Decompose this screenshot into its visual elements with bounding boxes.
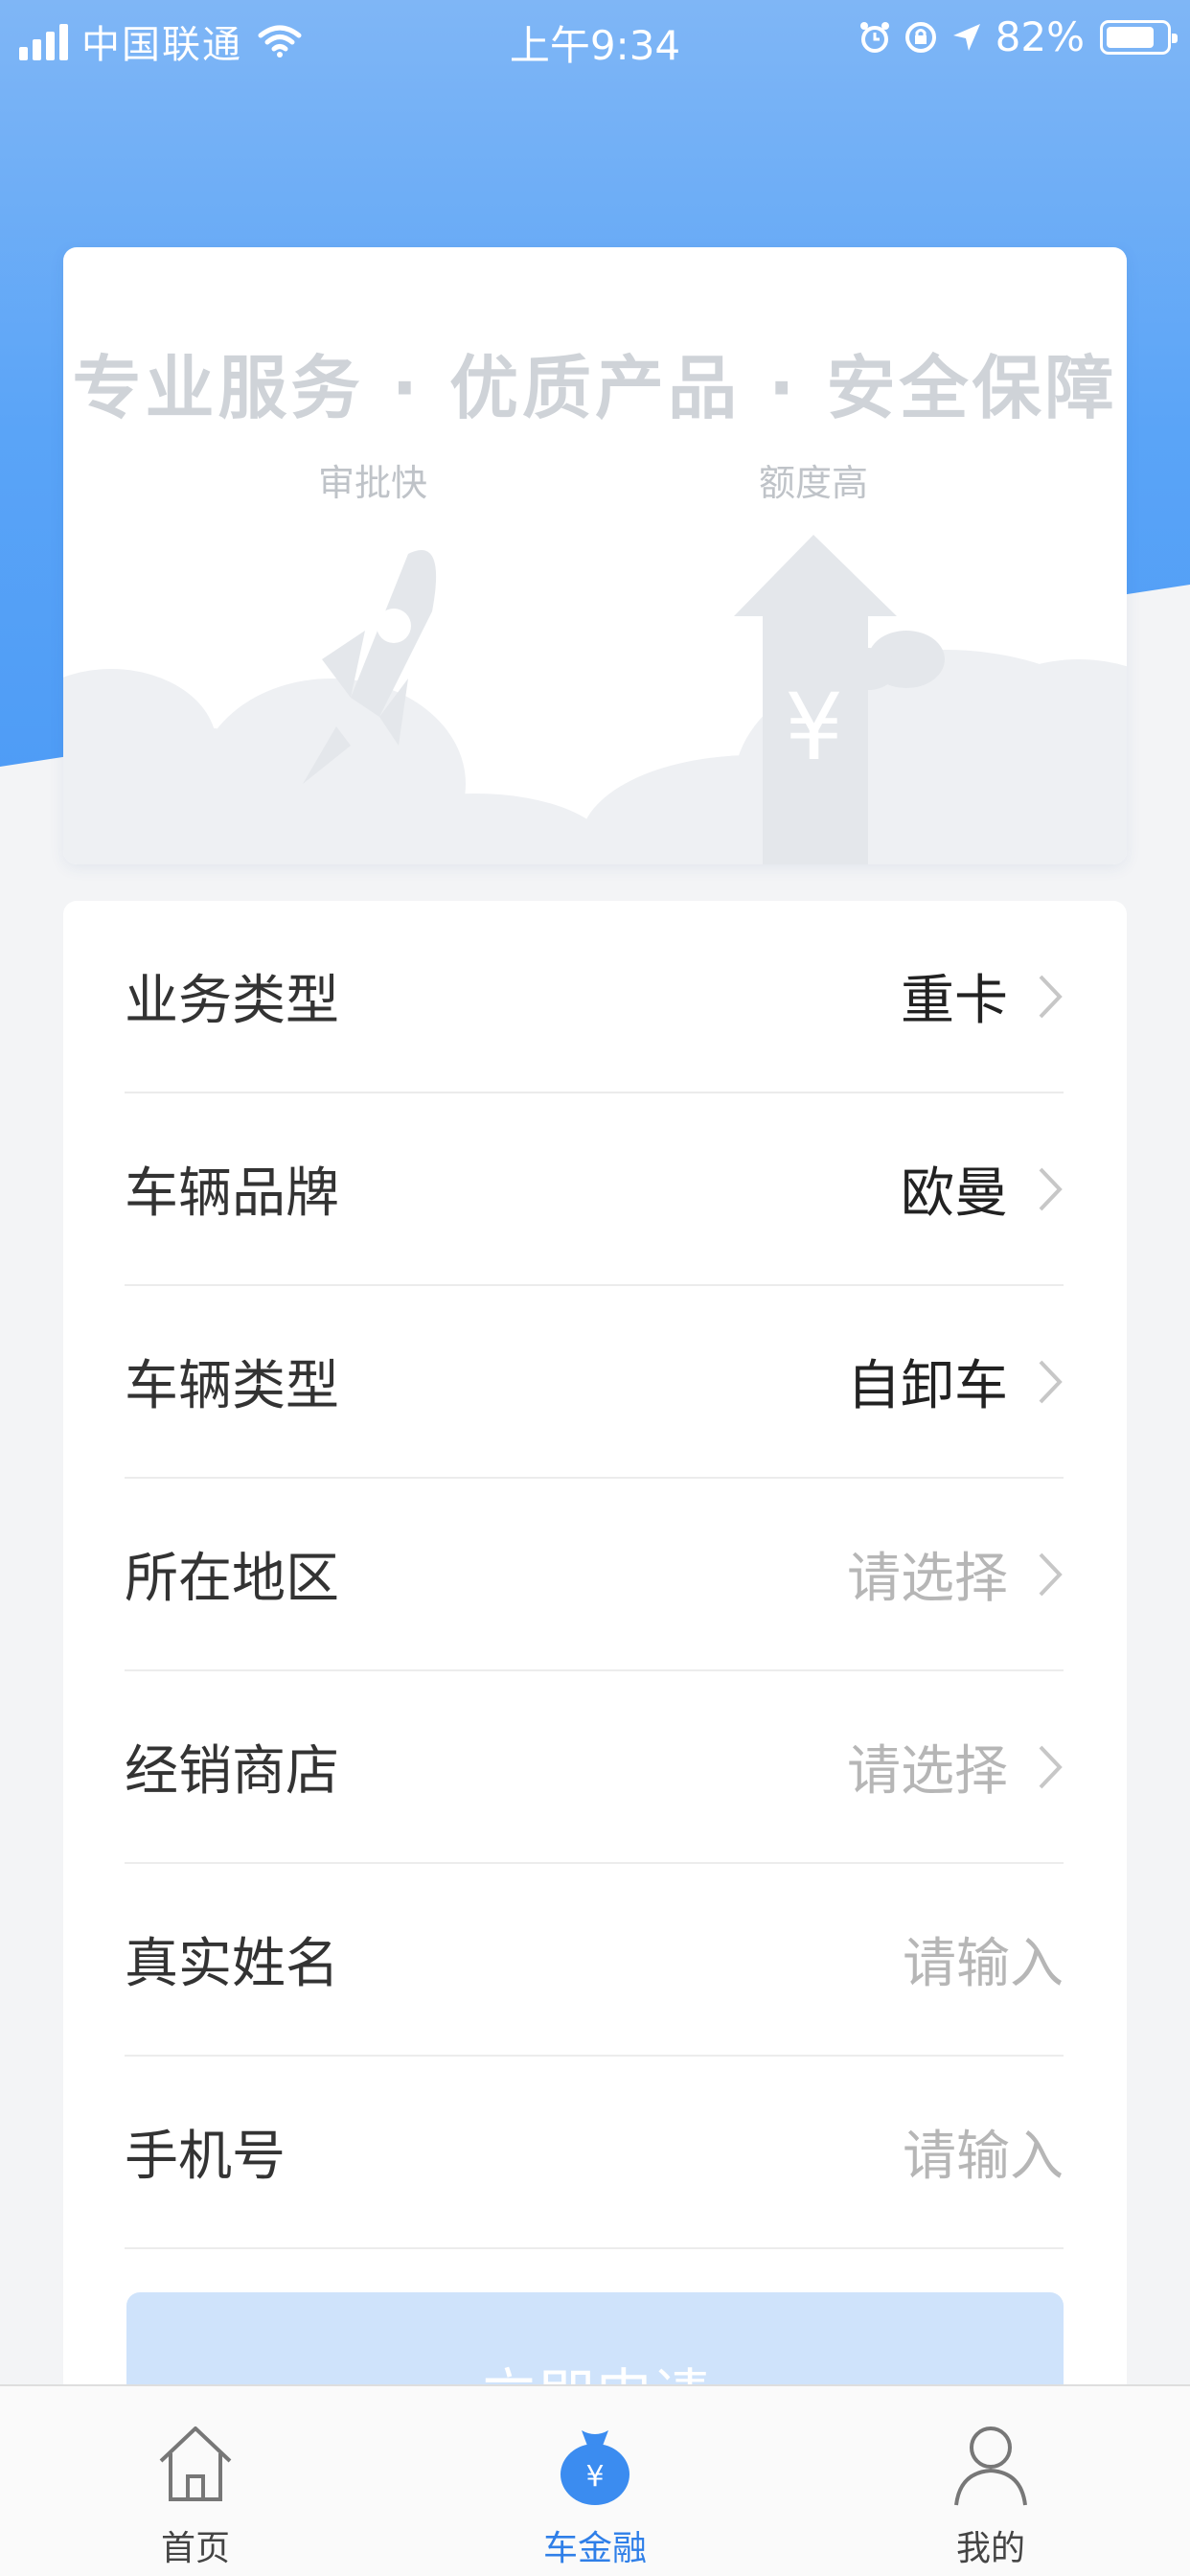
name-input[interactable]: 请输入 [903, 1920, 1064, 1998]
form-label: 经销商店 [125, 1740, 339, 1803]
feature-fast-approval: 审批快 [318, 462, 428, 504]
rotation-lock-icon [904, 21, 936, 53]
form-row-real-name[interactable]: 真实姓名 请输入 [125, 1864, 1064, 2057]
form-row-business-type[interactable]: 业务类型 重卡 [125, 901, 1064, 1093]
tab-label: 我的 [955, 2529, 1025, 2568]
promo-banner[interactable]: 专业服务 · 优质产品 · 安全保障 审批快 额度高 ¥ [63, 247, 1127, 864]
form-label: 车辆类型 [125, 1355, 339, 1417]
banner-title: 专业服务 · 优质产品 · 安全保障 [72, 348, 1118, 428]
tab-label: 车金融 [542, 2529, 647, 2568]
location-arrow-icon [952, 23, 980, 51]
currency-symbol: ¥ [785, 674, 844, 781]
form-placeholder: 请选择 [847, 1548, 1008, 1610]
form-label: 业务类型 [125, 970, 339, 1032]
profile-icon [954, 2426, 1027, 2506]
chevron-right-icon [1039, 975, 1063, 1018]
form-label: 所在地区 [125, 1548, 339, 1610]
feature-high-limit: 额度高 [759, 462, 869, 504]
tab-mine[interactable]: 我的 [876, 2386, 1106, 2576]
app-screen: 中国联通 上午9:34 82% 专业服务 · 优质产品 · 安全保障 审批快 额… [0, 0, 1190, 2576]
battery-level-fill [1107, 26, 1155, 48]
application-form: 业务类型 重卡 车辆品牌 欧曼 车辆类型 自卸车 所在地区 请选择 经销商店 请… [63, 901, 1127, 2396]
tab-bar: 首页 ¥ 车金融 我的 [0, 2384, 1190, 2576]
tab-car-finance[interactable]: ¥ 车金融 [480, 2386, 710, 2576]
tab-home[interactable]: 首页 [80, 2386, 310, 2576]
svg-text:¥: ¥ [585, 2460, 604, 2494]
form-label: 车辆品牌 [125, 1162, 339, 1225]
form-row-dealer[interactable]: 经销商店 请选择 [125, 1671, 1064, 1864]
battery-icon [1100, 19, 1178, 55]
form-row-vehicle-type[interactable]: 车辆类型 自卸车 [125, 1286, 1064, 1479]
form-row-region[interactable]: 所在地区 请选择 [125, 1479, 1064, 1671]
tab-label: 首页 [160, 2529, 230, 2568]
form-label: 真实姓名 [125, 1933, 339, 1995]
home-icon [159, 2426, 232, 2501]
chevron-right-icon [1039, 1552, 1063, 1596]
money-bag-icon: ¥ [561, 2430, 629, 2505]
form-value: 重卡 [901, 970, 1008, 1032]
alarm-icon [859, 21, 889, 53]
form-placeholder: 请选择 [847, 1740, 1008, 1803]
form-row-phone[interactable]: 手机号 请输入 [125, 2057, 1064, 2249]
form-row-vehicle-brand[interactable]: 车辆品牌 欧曼 [125, 1093, 1064, 1286]
chevron-right-icon [1039, 1360, 1063, 1403]
form-label: 手机号 [125, 2126, 286, 2188]
phone-input[interactable]: 请输入 [903, 2113, 1064, 2191]
status-bar: 中国联通 上午9:34 82% [0, 0, 1190, 77]
chevron-right-icon [1039, 1745, 1063, 1788]
form-value: 欧曼 [901, 1162, 1008, 1225]
battery-tip [1172, 33, 1178, 43]
chevron-right-icon [1039, 1167, 1063, 1210]
form-value: 自卸车 [847, 1355, 1008, 1417]
status-right: 82% [858, 13, 1178, 60]
battery-percent: 82% [995, 13, 1085, 60]
